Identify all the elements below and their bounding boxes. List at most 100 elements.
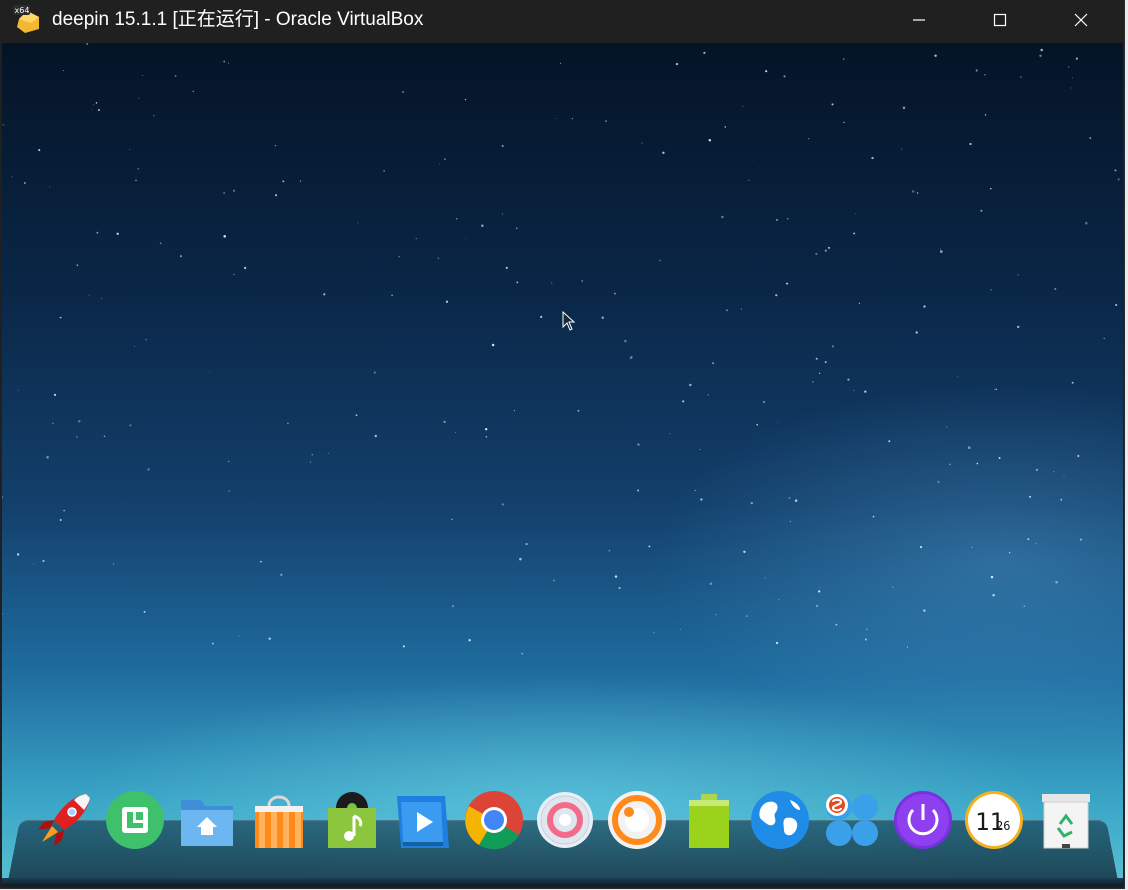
star	[78, 420, 81, 423]
star	[383, 169, 386, 172]
star	[949, 463, 951, 466]
vm-display[interactable]: 11 26	[2, 43, 1123, 886]
star	[818, 372, 821, 374]
star	[243, 266, 247, 270]
shopping-bag-icon[interactable]	[249, 790, 309, 854]
star	[608, 549, 611, 552]
star	[209, 371, 211, 372]
star	[975, 69, 978, 72]
star	[1029, 495, 1032, 498]
star	[516, 227, 518, 229]
star	[513, 410, 515, 412]
star	[818, 590, 821, 593]
star	[137, 168, 139, 170]
star	[134, 345, 136, 347]
star	[827, 246, 831, 249]
star	[97, 108, 100, 112]
star	[831, 345, 834, 348]
launcher-rocket-icon[interactable]	[34, 790, 94, 854]
star	[984, 74, 986, 76]
star	[129, 424, 132, 427]
star	[743, 550, 746, 554]
star	[143, 610, 146, 613]
star	[2, 496, 4, 498]
star	[38, 149, 41, 152]
title-bar[interactable]: x64 deepin 15.1.1 [正在运行] - Oracle Virtua…	[0, 0, 1124, 43]
star	[1114, 169, 1117, 172]
close-button[interactable]	[1058, 0, 1104, 40]
deepin-store-icon[interactable]	[105, 790, 165, 854]
star	[624, 339, 627, 343]
star	[437, 257, 440, 260]
maximize-icon	[993, 13, 1007, 27]
star	[637, 489, 640, 492]
star	[238, 635, 240, 637]
star	[923, 305, 926, 308]
star	[1027, 538, 1030, 541]
video-player-icon[interactable]	[393, 790, 453, 854]
star	[521, 652, 523, 655]
trash-icon[interactable]	[1036, 790, 1096, 854]
star	[192, 90, 194, 93]
star	[1071, 381, 1074, 384]
close-icon	[1074, 13, 1088, 27]
star	[1077, 454, 1080, 458]
music-icon[interactable]	[322, 790, 382, 854]
star	[786, 282, 789, 285]
star	[748, 179, 750, 181]
network-globe-icon[interactable]	[750, 790, 810, 854]
star	[468, 639, 471, 642]
star	[715, 614, 717, 616]
star	[455, 218, 458, 220]
star	[669, 433, 671, 435]
star	[703, 51, 706, 55]
star-field	[2, 43, 1120, 655]
star	[439, 163, 441, 165]
star	[505, 266, 508, 269]
star	[17, 389, 19, 391]
star	[451, 518, 453, 521]
maximize-button[interactable]	[977, 0, 1023, 40]
star	[451, 604, 455, 608]
screen-recorder-icon[interactable]	[607, 790, 667, 854]
star	[919, 546, 923, 549]
star	[1023, 605, 1026, 607]
star	[653, 632, 655, 634]
star	[902, 106, 906, 110]
star	[525, 543, 528, 546]
file-manager-folder-icon[interactable]	[177, 790, 237, 854]
star	[223, 235, 226, 238]
star	[323, 293, 326, 296]
star	[637, 443, 640, 446]
chrome-browser-icon[interactable]	[464, 790, 524, 854]
star	[601, 316, 604, 319]
star	[759, 167, 761, 169]
star	[93, 104, 95, 106]
star	[1079, 538, 1082, 541]
settings-gear-icon[interactable]	[535, 790, 595, 854]
sogou-input-icon[interactable]	[822, 790, 882, 854]
star	[605, 120, 607, 123]
star	[299, 180, 302, 182]
star	[984, 114, 987, 116]
star	[940, 250, 943, 253]
star	[501, 213, 504, 215]
star	[824, 249, 827, 252]
star	[1008, 552, 1011, 554]
star	[1035, 543, 1037, 545]
battery-icon[interactable]	[679, 790, 739, 854]
star	[577, 409, 580, 412]
clock-icon[interactable]: 11 26	[964, 790, 1024, 854]
star	[864, 638, 867, 641]
star	[268, 637, 271, 640]
star	[708, 138, 712, 142]
star	[116, 232, 119, 235]
power-icon[interactable]	[893, 790, 953, 854]
star	[613, 292, 616, 295]
star	[211, 642, 214, 645]
virtualbox-app-icon[interactable]: x64	[13, 5, 43, 35]
star	[980, 209, 983, 212]
star	[969, 142, 972, 146]
star	[581, 280, 584, 282]
minimize-button[interactable]	[896, 0, 942, 40]
